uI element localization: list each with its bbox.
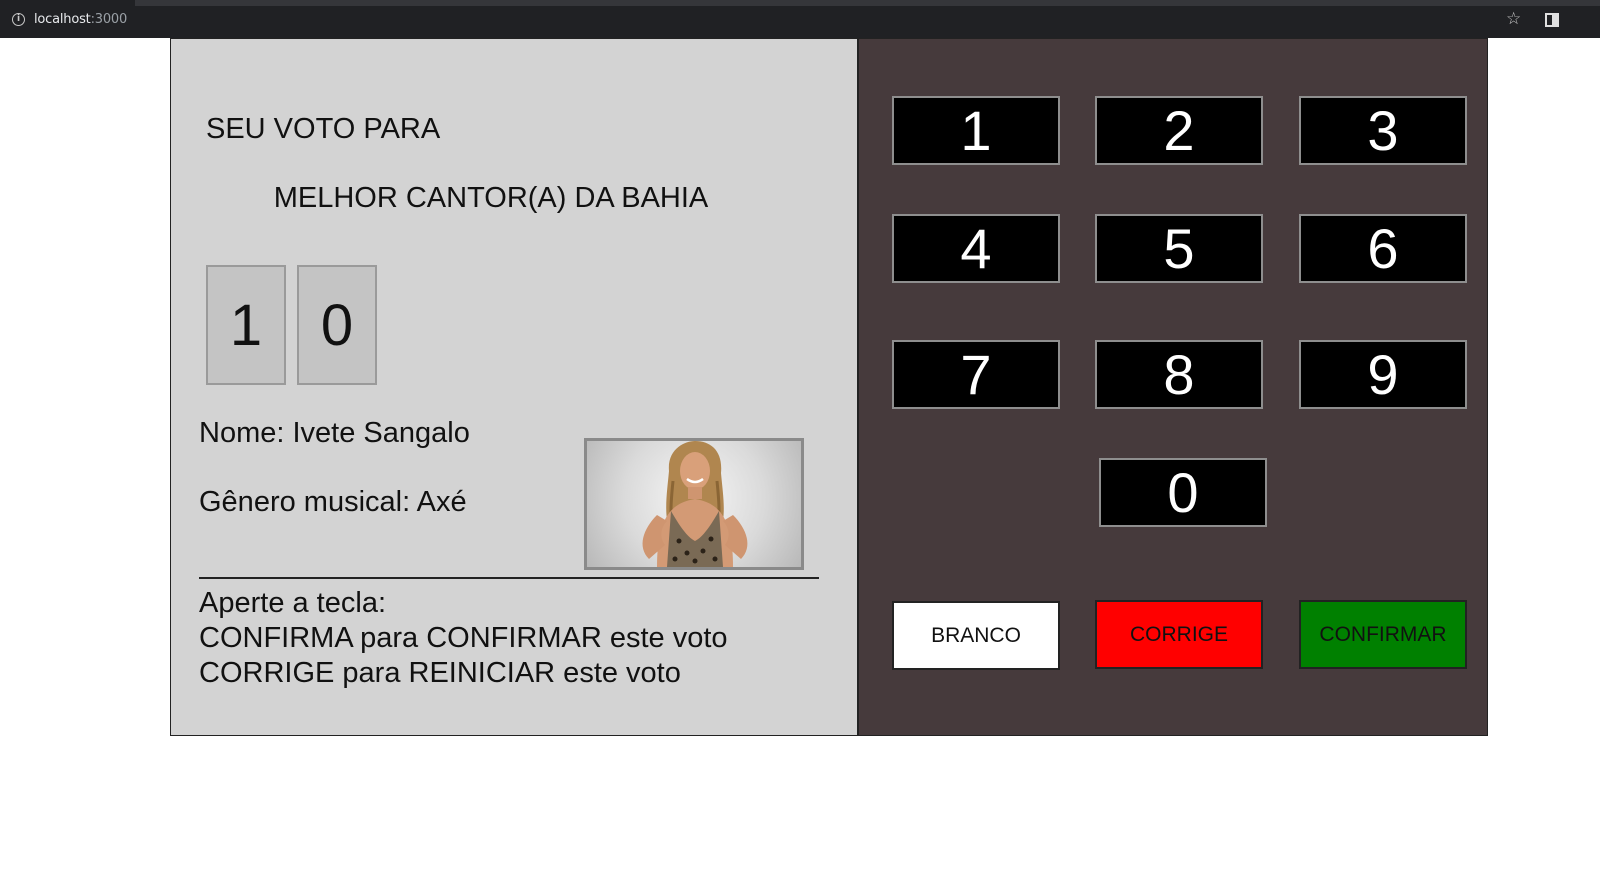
urn-screen: SEU VOTO PARA MELHOR CANTOR(A) DA BAHIA … <box>171 39 859 735</box>
key-6[interactable]: 6 <box>1299 214 1467 283</box>
voting-urn: SEU VOTO PARA MELHOR CANTOR(A) DA BAHIA … <box>170 38 1488 736</box>
branco-button[interactable]: BRANCO <box>892 601 1060 670</box>
instruction-line-2: CONFIRMA para CONFIRMAR este voto <box>199 622 728 654</box>
key-0[interactable]: 0 <box>1099 458 1267 527</box>
office-title: MELHOR CANTOR(A) DA BAHIA <box>273 182 709 214</box>
tab-strip <box>135 0 1600 6</box>
vote-heading: SEU VOTO PARA <box>206 113 441 145</box>
screen-divider <box>199 577 819 579</box>
url-host: localhost <box>34 12 91 27</box>
instruction-line-3: CORRIGE para REINICIAR este voto <box>199 657 681 689</box>
key-7[interactable]: 7 <box>892 340 1060 409</box>
candidate-photo-image <box>642 441 748 567</box>
address-bar[interactable]: localhost:3000 <box>34 12 127 27</box>
site-info-icon[interactable]: i <box>12 13 25 26</box>
digit-box-2: 0 <box>297 265 377 385</box>
candidate-photo <box>584 438 804 570</box>
corrige-button[interactable]: CORRIGE <box>1095 600 1263 669</box>
side-panel-icon[interactable] <box>1545 13 1559 27</box>
key-2[interactable]: 2 <box>1095 96 1263 165</box>
bookmark-star-icon[interactable]: ☆ <box>1506 9 1521 29</box>
key-9[interactable]: 9 <box>1299 340 1467 409</box>
confirmar-button[interactable]: CONFIRMAR <box>1299 600 1467 669</box>
urn-keypad: 1 2 3 4 5 6 7 8 9 0 BRANCO CORRIGE CONFI… <box>859 39 1487 735</box>
candidate-name: Nome: Ivete Sangalo <box>199 417 470 449</box>
key-1[interactable]: 1 <box>892 96 1060 165</box>
key-3[interactable]: 3 <box>1299 96 1467 165</box>
browser-toolbar: i localhost:3000 ☆ <box>0 0 1600 38</box>
url-port: :3000 <box>90 12 128 27</box>
digit-box-1: 1 <box>206 265 286 385</box>
candidate-genre: Gênero musical: Axé <box>199 486 467 518</box>
key-4[interactable]: 4 <box>892 214 1060 283</box>
key-8[interactable]: 8 <box>1095 340 1263 409</box>
instruction-line-1: Aperte a tecla: <box>199 587 386 619</box>
key-5[interactable]: 5 <box>1095 214 1263 283</box>
